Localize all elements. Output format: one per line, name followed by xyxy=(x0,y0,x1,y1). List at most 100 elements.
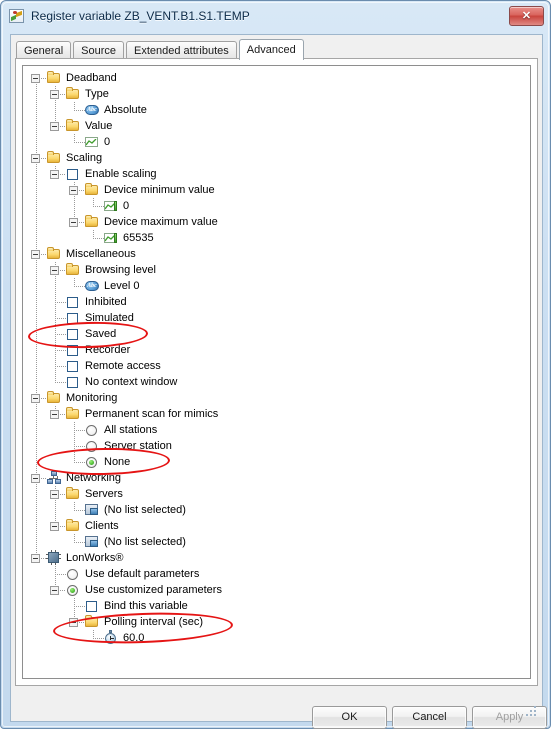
tree-node[interactable]: Networking xyxy=(27,470,530,486)
folder-icon xyxy=(84,614,101,630)
tree-node[interactable]: Bind this variable xyxy=(27,598,530,614)
tree-node[interactable]: Permanent scan for mimics xyxy=(27,406,530,422)
resize-grip[interactable] xyxy=(524,704,536,716)
tree-expander-collapse-icon[interactable] xyxy=(65,614,85,630)
tree-node[interactable]: Servers xyxy=(27,486,530,502)
tree-expander-collapse-icon[interactable] xyxy=(65,182,85,198)
tree-node[interactable]: Scaling xyxy=(27,150,530,166)
tree-node[interactable]: (No list selected) xyxy=(27,534,530,550)
folder-icon xyxy=(65,86,82,102)
tree-node-label: (No list selected) xyxy=(104,536,186,548)
tree-node-label: Recorder xyxy=(85,344,131,356)
tree-node[interactable]: Abc Absolute xyxy=(27,102,530,118)
tree-elbow xyxy=(65,534,85,550)
tree-expander-collapse-icon[interactable] xyxy=(46,406,66,422)
tree-indent-guide xyxy=(27,342,46,358)
tree-expander-collapse-icon[interactable] xyxy=(27,470,47,486)
radio-unselected-icon xyxy=(65,566,82,582)
tree-indent-guide xyxy=(27,118,46,134)
station-icon xyxy=(84,502,101,518)
tree-node[interactable]: Polling interval (sec) xyxy=(27,614,530,630)
tree-expander-collapse-icon[interactable] xyxy=(46,582,66,598)
advanced-properties-tree[interactable]: Deadband Type Abc Absolute Value 0 Scaling Enab… xyxy=(22,65,531,679)
tree-node[interactable]: Type xyxy=(27,86,530,102)
tree-expander-collapse-icon[interactable] xyxy=(46,118,66,134)
checkbox-unchecked-icon xyxy=(65,374,82,390)
tree-node[interactable]: Value xyxy=(27,118,530,134)
tree-node-label: Permanent scan for mimics xyxy=(85,408,219,420)
tree-indent-guide xyxy=(65,198,84,214)
tree-node[interactable]: Device maximum value xyxy=(27,214,530,230)
tree-node[interactable]: Use customized parameters xyxy=(27,582,530,598)
tree-expander-collapse-icon[interactable] xyxy=(27,550,47,566)
tree-elbow xyxy=(65,102,85,118)
tree-node[interactable]: Deadband xyxy=(27,70,530,86)
title-bar[interactable]: Register variable ZB_VENT.B1.S1.TEMP ✕ xyxy=(3,3,548,29)
tree-node[interactable]: Simulated xyxy=(27,310,530,326)
tree-expander-collapse-icon[interactable] xyxy=(46,262,66,278)
tree-node[interactable]: 0 xyxy=(27,198,530,214)
tree-node[interactable]: Enable scaling xyxy=(27,166,530,182)
tree-node-label: Device minimum value xyxy=(104,184,215,196)
tab-extended-attributes[interactable]: Extended attributes xyxy=(126,41,237,59)
tree-node[interactable]: Device minimum value xyxy=(27,182,530,198)
tab-advanced[interactable]: Advanced xyxy=(238,39,304,60)
tree-node[interactable]: Recorder xyxy=(27,342,530,358)
tree-node[interactable]: (No list selected) xyxy=(27,502,530,518)
tree-indent-guide xyxy=(27,614,46,630)
tree-node[interactable]: Miscellaneous xyxy=(27,246,530,262)
tree-node[interactable]: 0 xyxy=(27,134,530,150)
tree-node[interactable]: Clients xyxy=(27,518,530,534)
chart-value-icon xyxy=(103,198,120,214)
tree-indent-guide xyxy=(27,566,46,582)
folder-icon xyxy=(46,70,63,86)
tree-expander-collapse-icon[interactable] xyxy=(65,214,85,230)
tab-bar: General Source Extended attributes Advanced xyxy=(16,39,306,60)
tree-elbow xyxy=(46,358,66,374)
tree-node[interactable]: 65535 xyxy=(27,230,530,246)
tree-elbow xyxy=(65,502,85,518)
tree-expander-collapse-icon[interactable] xyxy=(27,390,47,406)
tree-indent-guide xyxy=(27,438,46,454)
tree-expander-collapse-icon[interactable] xyxy=(46,486,66,502)
tree-expander-collapse-icon[interactable] xyxy=(46,86,66,102)
tree-node[interactable]: 60.0 xyxy=(27,630,530,646)
tree-node[interactable]: Saved xyxy=(27,326,530,342)
tree-node[interactable]: Inhibited xyxy=(27,294,530,310)
tree-expander-collapse-icon[interactable] xyxy=(27,70,47,86)
tab-page-advanced: Deadband Type Abc Absolute Value 0 Scaling Enab… xyxy=(15,58,538,686)
folder-icon xyxy=(65,518,82,534)
cancel-button[interactable]: Cancel xyxy=(392,706,467,729)
tree-expander-collapse-icon[interactable] xyxy=(27,246,47,262)
tree-node[interactable]: No context window xyxy=(27,374,530,390)
tree-node[interactable]: Browsing level xyxy=(27,262,530,278)
tree-indent-guide xyxy=(46,438,65,454)
tree-elbow xyxy=(65,454,85,470)
tree-node-label: Use default parameters xyxy=(85,568,200,580)
tree-node[interactable]: LonWorks® xyxy=(27,550,530,566)
tree-elbow xyxy=(65,134,85,150)
tree-node-label: 0 xyxy=(104,136,111,148)
tree-node[interactable]: Monitoring xyxy=(27,390,530,406)
radio-unselected-icon xyxy=(84,422,101,438)
tree-indent-guide xyxy=(46,422,65,438)
tree-node[interactable]: All stations xyxy=(27,422,530,438)
folder-icon xyxy=(65,262,82,278)
tree-indent-guide xyxy=(46,214,65,230)
tree-node-label: LonWorks® xyxy=(66,552,124,564)
tree-node[interactable]: Server station xyxy=(27,438,530,454)
tree-node[interactable]: Abc Level 0 xyxy=(27,278,530,294)
tab-source[interactable]: Source xyxy=(73,41,124,59)
tree-node-label: Inhibited xyxy=(85,296,127,308)
tree-node[interactable]: None xyxy=(27,454,530,470)
close-icon[interactable]: ✕ xyxy=(509,6,544,26)
tree-expander-collapse-icon[interactable] xyxy=(46,166,66,182)
tree-node[interactable]: Use default parameters xyxy=(27,566,530,582)
ok-button[interactable]: OK xyxy=(312,706,387,729)
chip-icon xyxy=(46,550,63,566)
tree-node[interactable]: Remote access xyxy=(27,358,530,374)
tree-expander-collapse-icon[interactable] xyxy=(27,150,47,166)
tree-node-label: Clients xyxy=(85,520,119,532)
tree-expander-collapse-icon[interactable] xyxy=(46,518,66,534)
tab-general[interactable]: General xyxy=(16,41,72,59)
